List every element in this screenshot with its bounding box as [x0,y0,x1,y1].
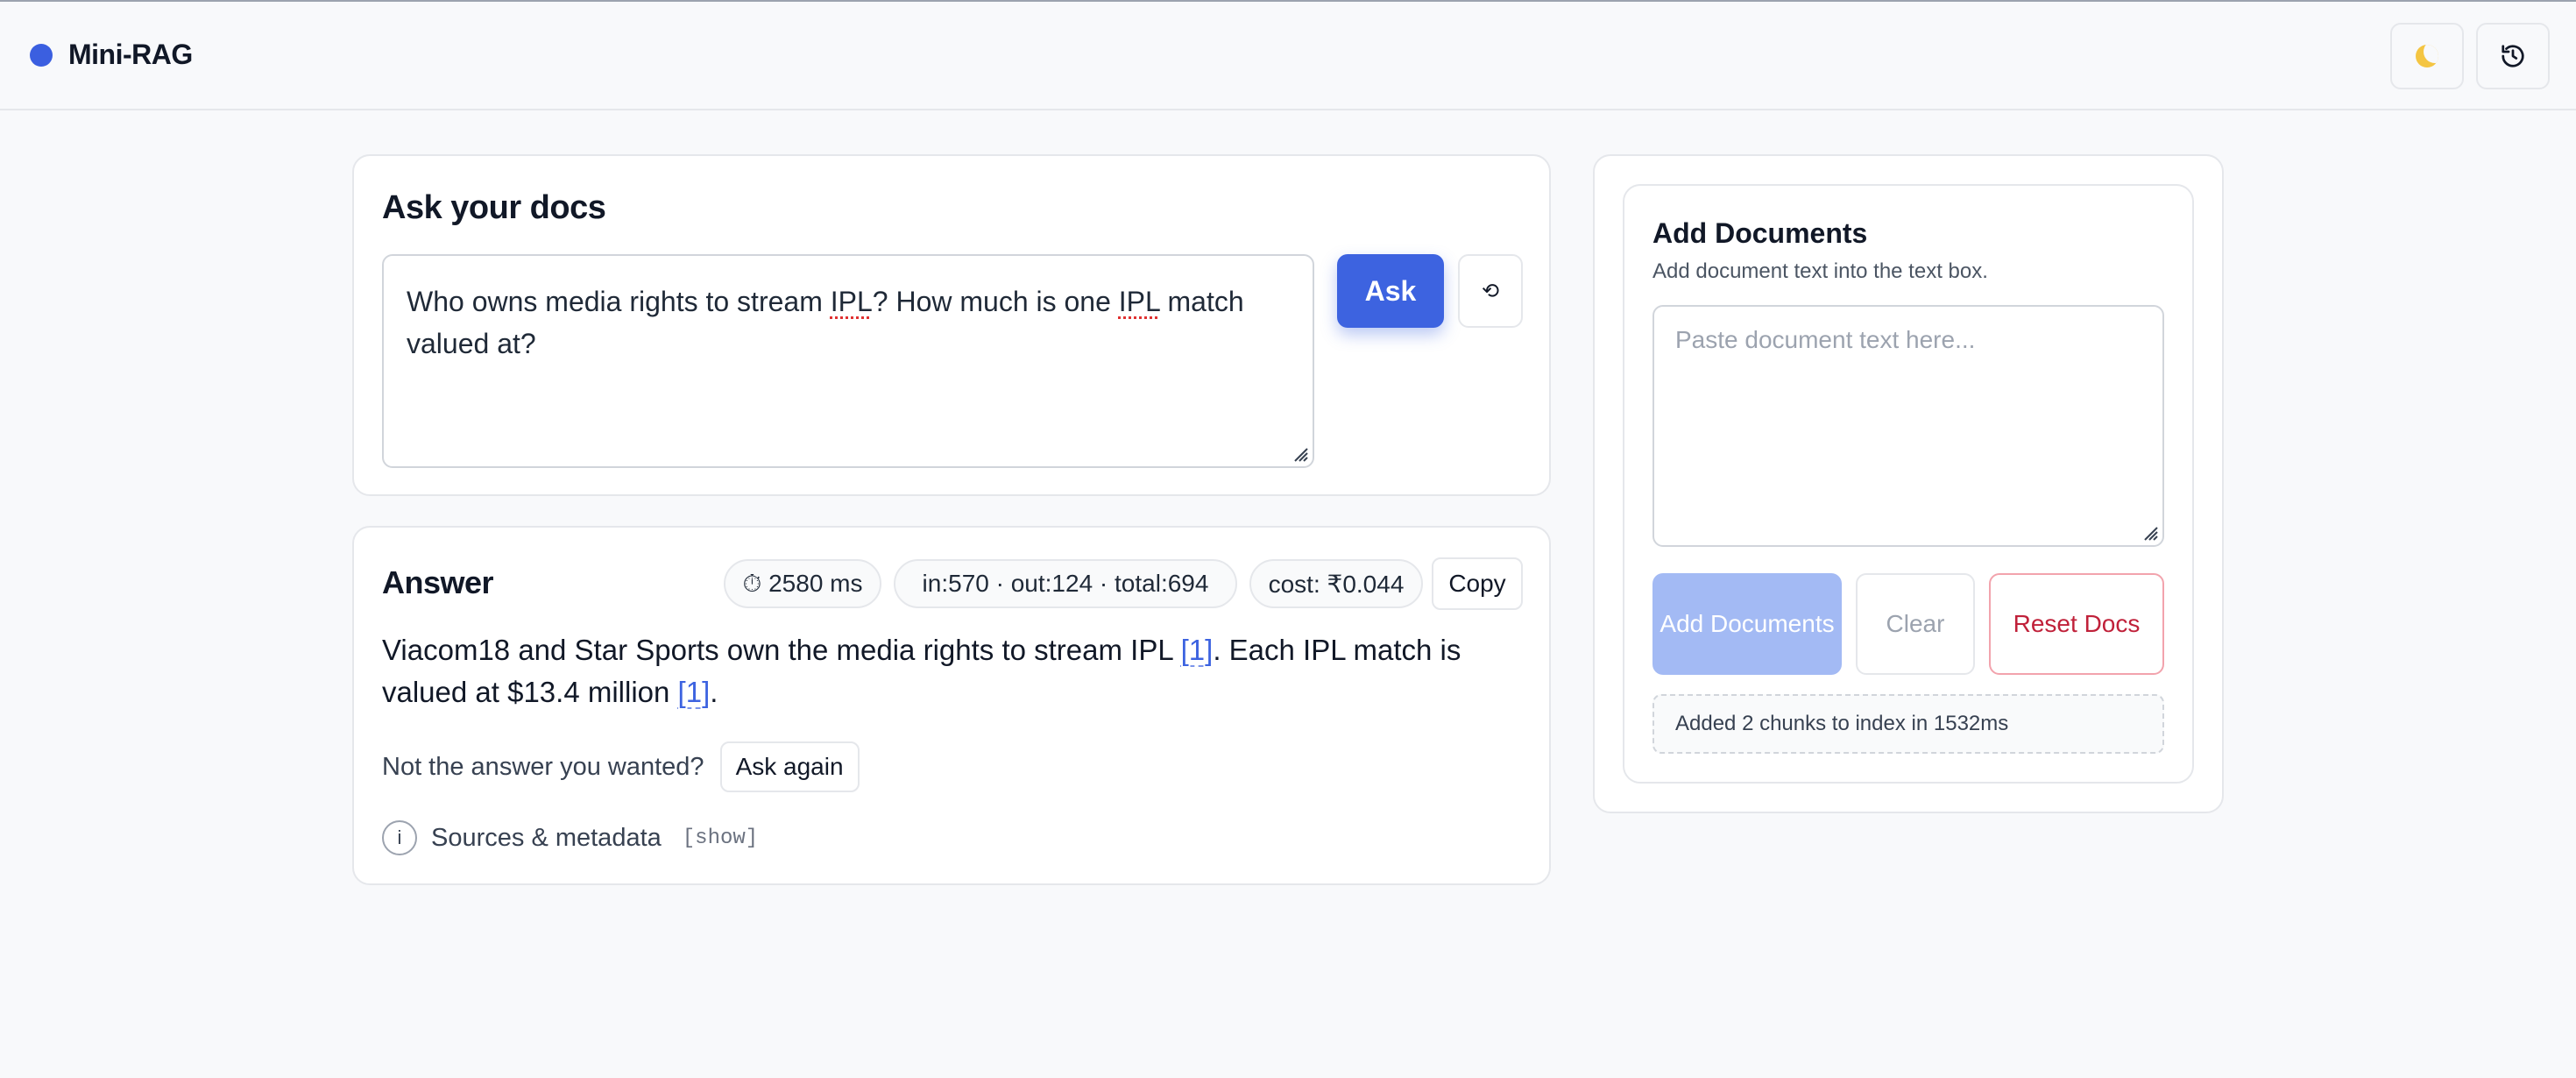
document-placeholder: Paste document text here... [1675,326,1976,353]
citation-link[interactable]: [1] [678,676,711,708]
index-status-message: Added 2 chunks to index in 1532ms [1652,694,2164,754]
theme-toggle-button[interactable] [2390,23,2464,89]
latency-badge: ⏱ 2580 ms [724,559,881,608]
docs-subtitle: Add document text into the text box. [1652,259,1988,283]
reset-docs-button[interactable]: Reset Docs [1989,573,2164,675]
show-sources-toggle[interactable]: [show] [683,826,758,850]
brand-dot-icon [30,43,53,67]
document-text-input[interactable]: Paste document text here... [1652,305,2164,547]
info-icon: i [382,820,417,855]
feedback-row: Not the answer you wanted? Ask again [382,741,860,792]
brand: Mini-RAG [30,39,193,71]
query-text: Who owns media rights to stream [407,286,831,317]
resize-handle-icon[interactable] [2140,522,2159,542]
app-header: Mini-RAG [0,2,2576,110]
query-text: ? How much is one [872,286,1119,317]
add-documents-button[interactable]: Add Documents [1652,573,1842,675]
sources-row: i Sources & metadata [show] [382,820,758,855]
feedback-label: Not the answer you wanted? [382,752,704,781]
answer-title: Answer [382,564,494,600]
moon-icon [2416,45,2438,67]
ask-card: Ask your docs Who owns media rights to s… [352,154,1551,496]
docs-title: Add Documents [1652,217,1868,249]
question-input[interactable]: Who owns media rights to stream IPL? How… [382,254,1314,468]
history-icon: ⟲ [1481,279,1500,303]
sources-label: Sources & metadata [431,823,662,852]
token-usage-badge: in:570 · out:124 · total:694 [894,559,1237,608]
ask-title: Ask your docs [382,189,606,226]
ask-again-button[interactable]: Ask again [719,741,860,792]
citation-link[interactable]: [1] [1181,634,1214,666]
app-title: Mini-RAG [68,39,193,70]
cost-badge: cost: ₹0.044 [1249,559,1423,608]
history-reset-icon [2502,45,2524,67]
resize-handle-icon[interactable] [1290,443,1309,463]
reset-session-button[interactable] [2476,23,2550,89]
copy-button[interactable]: Copy [1432,557,1523,610]
add-documents-card: Add Documents Add document text into the… [1623,184,2194,784]
ask-button[interactable]: Ask [1337,254,1444,328]
query-misspelled-word: IPL [1118,286,1160,317]
history-button[interactable]: ⟲ [1458,254,1523,328]
query-misspelled-word: IPL [830,286,873,317]
clear-button[interactable]: Clear [1856,573,1975,675]
answer-sentence: . [710,676,718,708]
answer-text: Viacom18 and Star Sports own the media r… [382,629,1521,713]
answer-card: Answer ⏱ 2580 ms in:570 · out:124 · tota… [352,526,1551,885]
answer-sentence: Viacom18 and Star Sports own the media r… [382,634,1181,666]
